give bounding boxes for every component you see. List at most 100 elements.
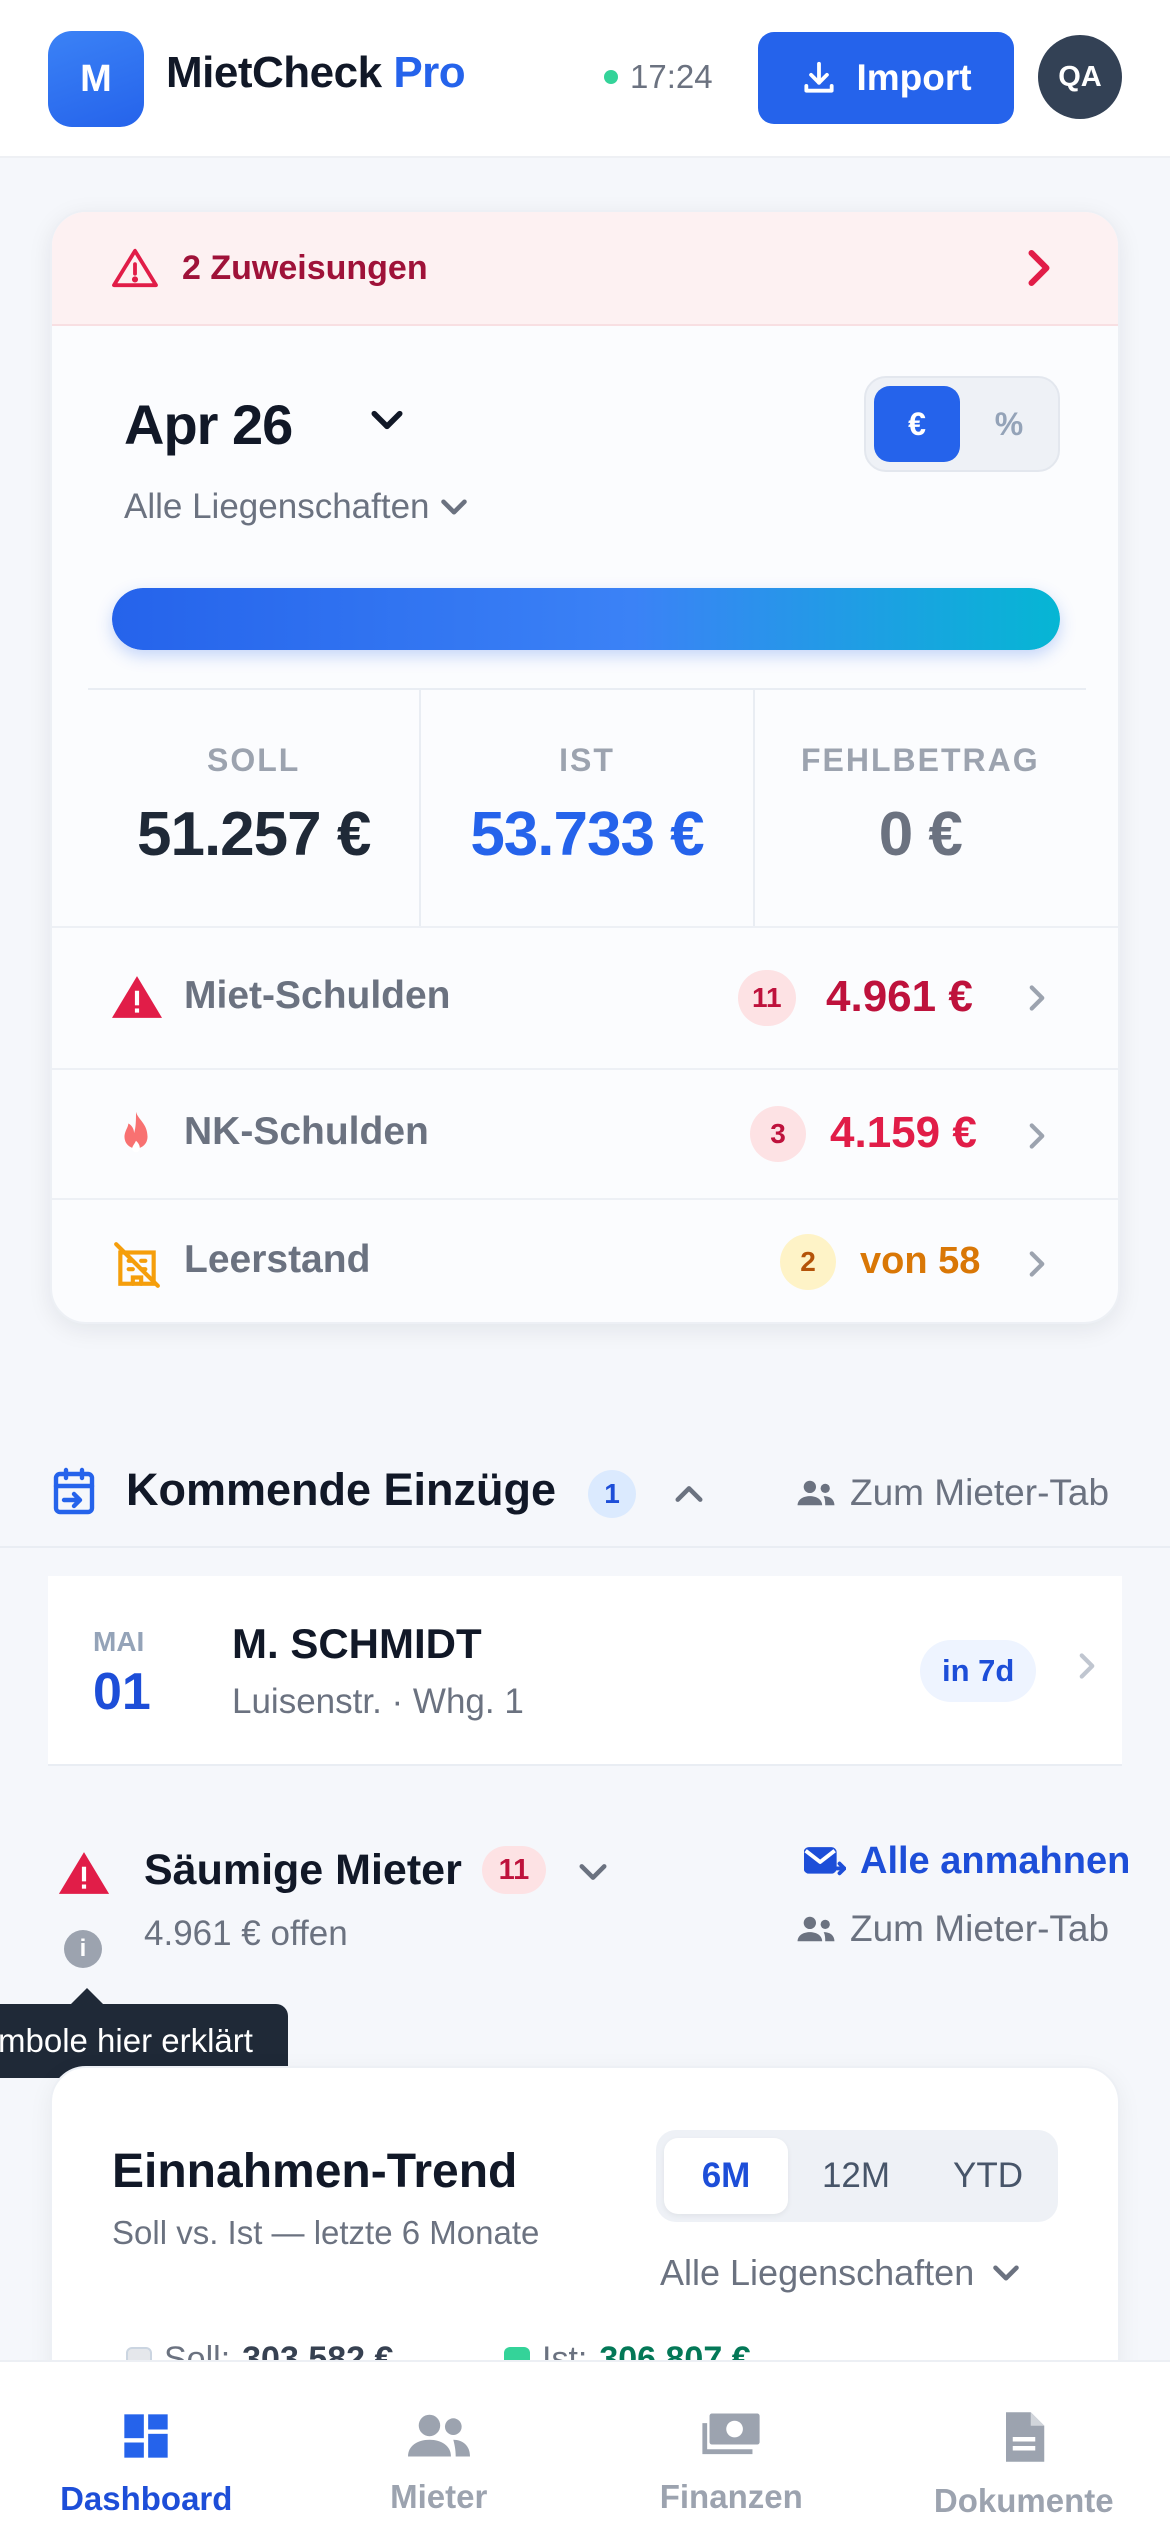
move-ins-title: Kommende Einzüge (126, 1464, 557, 1515)
utility-debt-amount: 4.159 € (830, 1108, 977, 1157)
online-status-dot (604, 70, 618, 84)
nav-finances[interactable]: Finanzen (585, 2362, 878, 2532)
move-in-address: Luisenstr. · Whg. 1 (232, 1682, 524, 1721)
range-option-12m[interactable]: 12M (794, 2138, 918, 2214)
range-option-6m[interactable]: 6M (664, 2138, 788, 2214)
move-in-relative-badge: in 7d (920, 1640, 1037, 1702)
unit-toggle: € % (864, 376, 1060, 472)
sync-time-text: 17:24 (630, 58, 713, 95)
stat-value: 53.733 € (470, 800, 704, 869)
property-filter-label: Alle Liegenschaften (124, 487, 430, 526)
stat-value: 51.257 € (136, 800, 371, 869)
chevron-down-icon[interactable] (370, 408, 404, 432)
chevron-right-icon (1028, 250, 1050, 286)
period-selector[interactable]: Apr 26 (124, 392, 293, 457)
rent-debt-row[interactable]: Miet-Schulden 11 4.961 € (52, 926, 1118, 1068)
rent-debt-count: 11 (738, 970, 796, 1026)
info-icon[interactable]: i (64, 1930, 102, 1968)
rent-debt-label: Miet-Schulden (184, 974, 451, 1017)
stat-fehlbetrag: FEHLBETRAG 0 € (752, 690, 1086, 926)
nav-finances-label: Finanzen (659, 2478, 803, 2515)
calendar-move-in-icon (53, 1467, 95, 1515)
import-button[interactable]: Import (758, 32, 1014, 124)
app-logo[interactable]: M (48, 31, 144, 127)
trend-property-filter[interactable]: Alle Liegenschaften (660, 2252, 1020, 2294)
chevron-right-icon (1029, 1251, 1045, 1277)
warning-filled-icon (58, 1852, 110, 1894)
late-tenants-count: 11 (482, 1846, 546, 1894)
late-tenants-tab-link-label: Zum Mieter-Tab (850, 1908, 1110, 1949)
chevron-down-icon[interactable] (578, 1862, 608, 1882)
fire-icon (124, 1111, 148, 1153)
assignment-alert[interactable]: 2 Zuweisungen (52, 212, 1118, 326)
mail-send-icon (804, 1846, 846, 1875)
stat-label: FEHLBETRAG (800, 742, 1040, 778)
assignment-alert-text: 2 Zuweisungen (182, 248, 428, 287)
vacancy-label: Leerstand (184, 1238, 371, 1281)
move-ins-count: 1 (588, 1470, 636, 1518)
unit-option-euro[interactable]: € (874, 386, 960, 462)
import-button-label: Import (856, 57, 972, 98)
utility-debt-row[interactable]: NK-Schulden 3 4.159 € (52, 1068, 1118, 1198)
tooltip-arrow (70, 1988, 104, 2005)
chevron-right-icon (1079, 1653, 1095, 1679)
move-in-month: MAI (93, 1626, 145, 1657)
nav-tenants[interactable]: Mieter (293, 2362, 586, 2532)
stat-soll: SOLL 51.257 € (88, 690, 419, 926)
overview-card: 2 Zuweisungen Apr 26 Alle Liegenschaften… (50, 210, 1120, 1324)
chevron-right-icon (1029, 1123, 1045, 1149)
utility-debt-label: NK-Schulden (184, 1110, 429, 1153)
dun-all-button[interactable]: Alle anmahnen (804, 1840, 1130, 1883)
vacancy-count: 2 (780, 1234, 836, 1290)
warning-filled-icon (112, 976, 162, 1018)
nav-dashboard[interactable]: Dashboard (0, 2362, 293, 2532)
property-filter[interactable]: Alle Liegenschaften (124, 487, 468, 527)
collection-progress-bar (112, 588, 1060, 650)
vacancy-row[interactable]: Leerstand 2 von 58 (52, 1198, 1118, 1322)
brand-title: MietCheck Pro (166, 48, 466, 98)
vacancy-building-icon (114, 1242, 160, 1288)
money-icon (702, 2413, 760, 2455)
rent-debt-amount: 4.961 € (826, 972, 973, 1021)
stats-row: SOLL 51.257 € IST 53.733 € FEHLBETRAG 0 … (88, 688, 1086, 926)
late-tenants-open-amount: 4.961 € offen (144, 1914, 348, 1953)
utility-debt-count: 3 (750, 1106, 806, 1162)
bottom-navigation: Dashboard Mieter Finanzen Dokumente (0, 2360, 1170, 2532)
move-ins-tab-link-label: Zum Mieter-Tab (850, 1472, 1110, 1513)
stat-label: SOLL (207, 742, 301, 778)
nav-tenants-label: Mieter (390, 2478, 488, 2515)
sync-time: 17:24 (604, 58, 713, 96)
nav-documents-label: Dokumente (933, 2482, 1114, 2519)
stat-value: 0 € (878, 800, 963, 869)
chevron-up-icon[interactable] (674, 1484, 704, 1504)
move-ins-tab-link[interactable]: Zum Mieter-Tab (796, 1472, 1109, 1514)
collection-progress-fill (112, 588, 1060, 650)
stat-ist: IST 53.733 € (419, 690, 752, 926)
move-in-item[interactable]: MAI 01 M. SCHMIDT Luisenstr. · Whg. 1 in… (48, 1576, 1122, 1766)
app-header: M MietCheck Pro 17:24 Import QA (0, 0, 1170, 158)
brand-name: MietCheck (166, 48, 382, 97)
dashboard-icon (124, 2414, 168, 2458)
move-ins-header: Kommende Einzüge 1 Zum Mieter-Tab (0, 1444, 1170, 1548)
trend-subtitle: Soll vs. Ist — letzte 6 Monate (112, 2214, 540, 2251)
move-in-tenant-name: M. SCHMIDT (232, 1620, 482, 1667)
vacancy-total: von 58 (860, 1240, 981, 1282)
users-icon (407, 2414, 470, 2457)
stat-label: IST (559, 742, 615, 778)
chevron-down-icon (440, 499, 467, 515)
range-option-ytd[interactable]: YTD (926, 2138, 1050, 2214)
nav-documents[interactable]: Dokumente (878, 2362, 1170, 2532)
warning-outline-icon (112, 248, 158, 288)
late-tenants-title: Säumige Mieter (144, 1846, 462, 1894)
download-icon (804, 61, 835, 93)
late-tenants-tab-link[interactable]: Zum Mieter-Tab (796, 1908, 1109, 1950)
chevron-right-icon (1029, 985, 1045, 1011)
dun-all-label: Alle anmahnen (860, 1840, 1131, 1882)
unit-option-percent[interactable]: % (966, 386, 1052, 462)
users-icon (797, 1480, 835, 1506)
user-avatar[interactable]: QA (1038, 35, 1122, 119)
trend-property-filter-label: Alle Liegenschaften (660, 2252, 975, 2293)
move-in-day: 01 (93, 1663, 151, 1721)
document-icon (1005, 2412, 1044, 2462)
trend-range-selector: 6M 12M YTD (656, 2130, 1058, 2222)
